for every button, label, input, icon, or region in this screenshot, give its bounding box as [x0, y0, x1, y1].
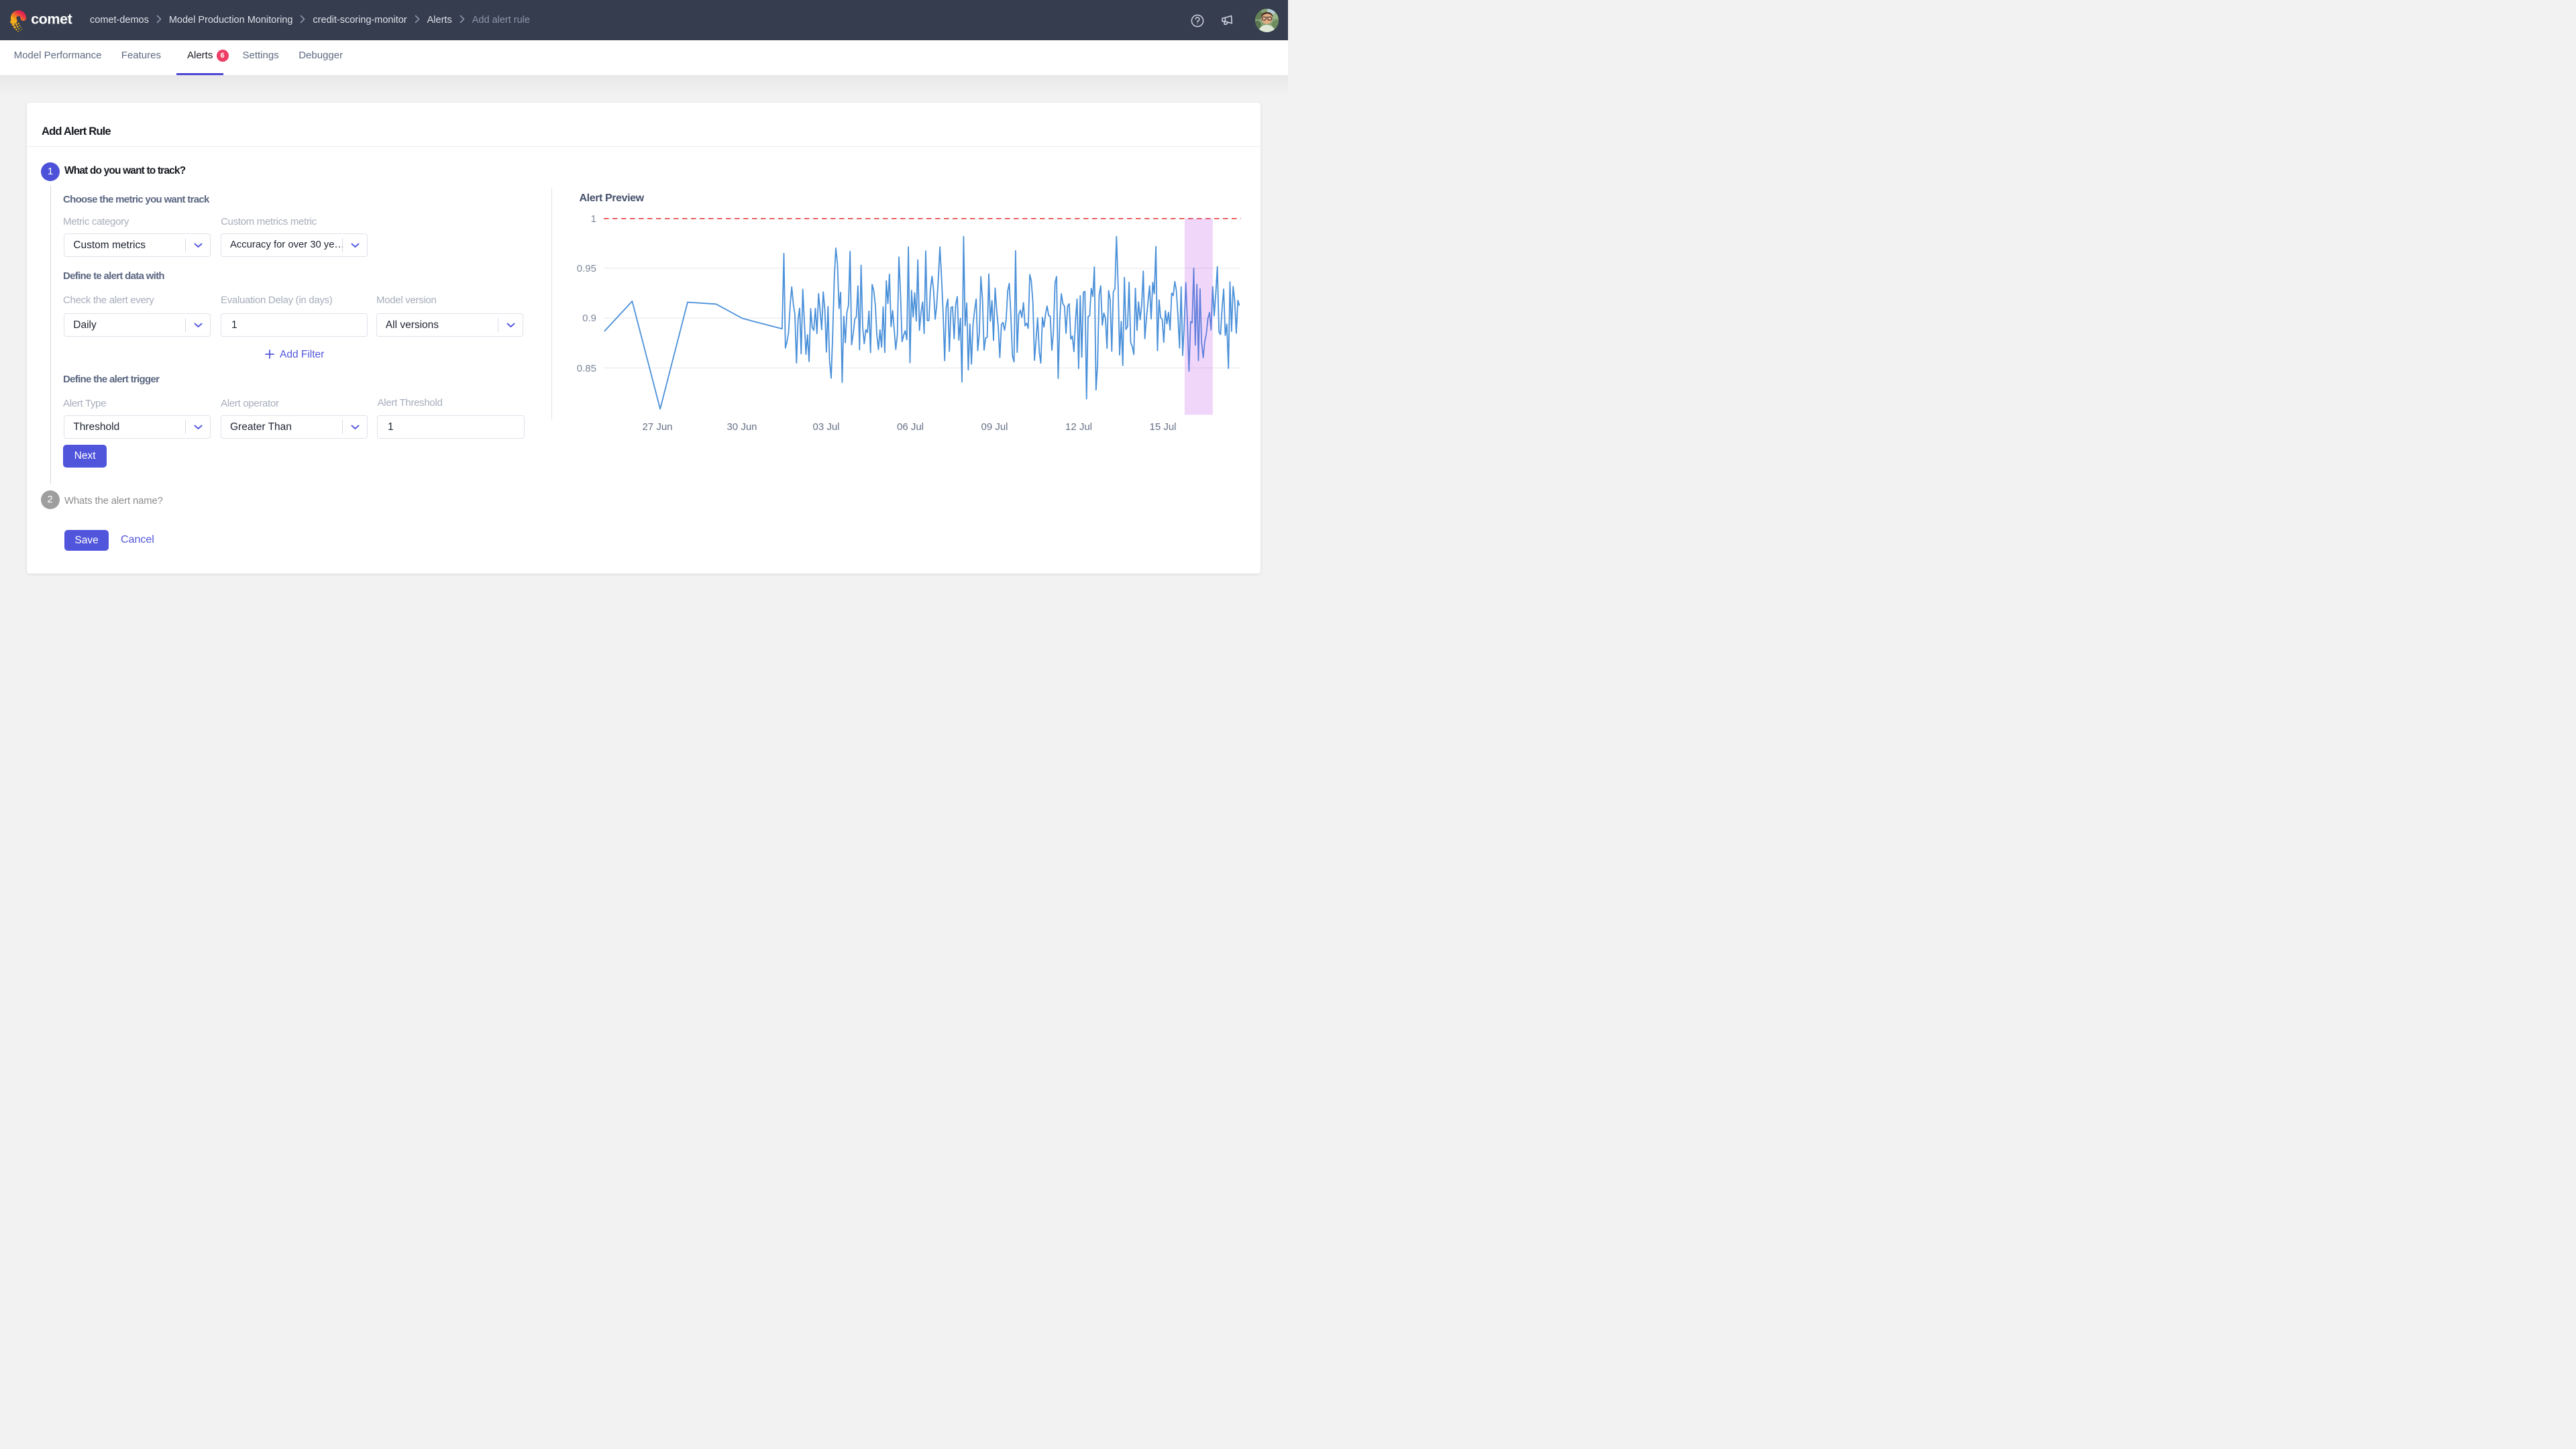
svg-text:comet: comet [31, 11, 72, 28]
